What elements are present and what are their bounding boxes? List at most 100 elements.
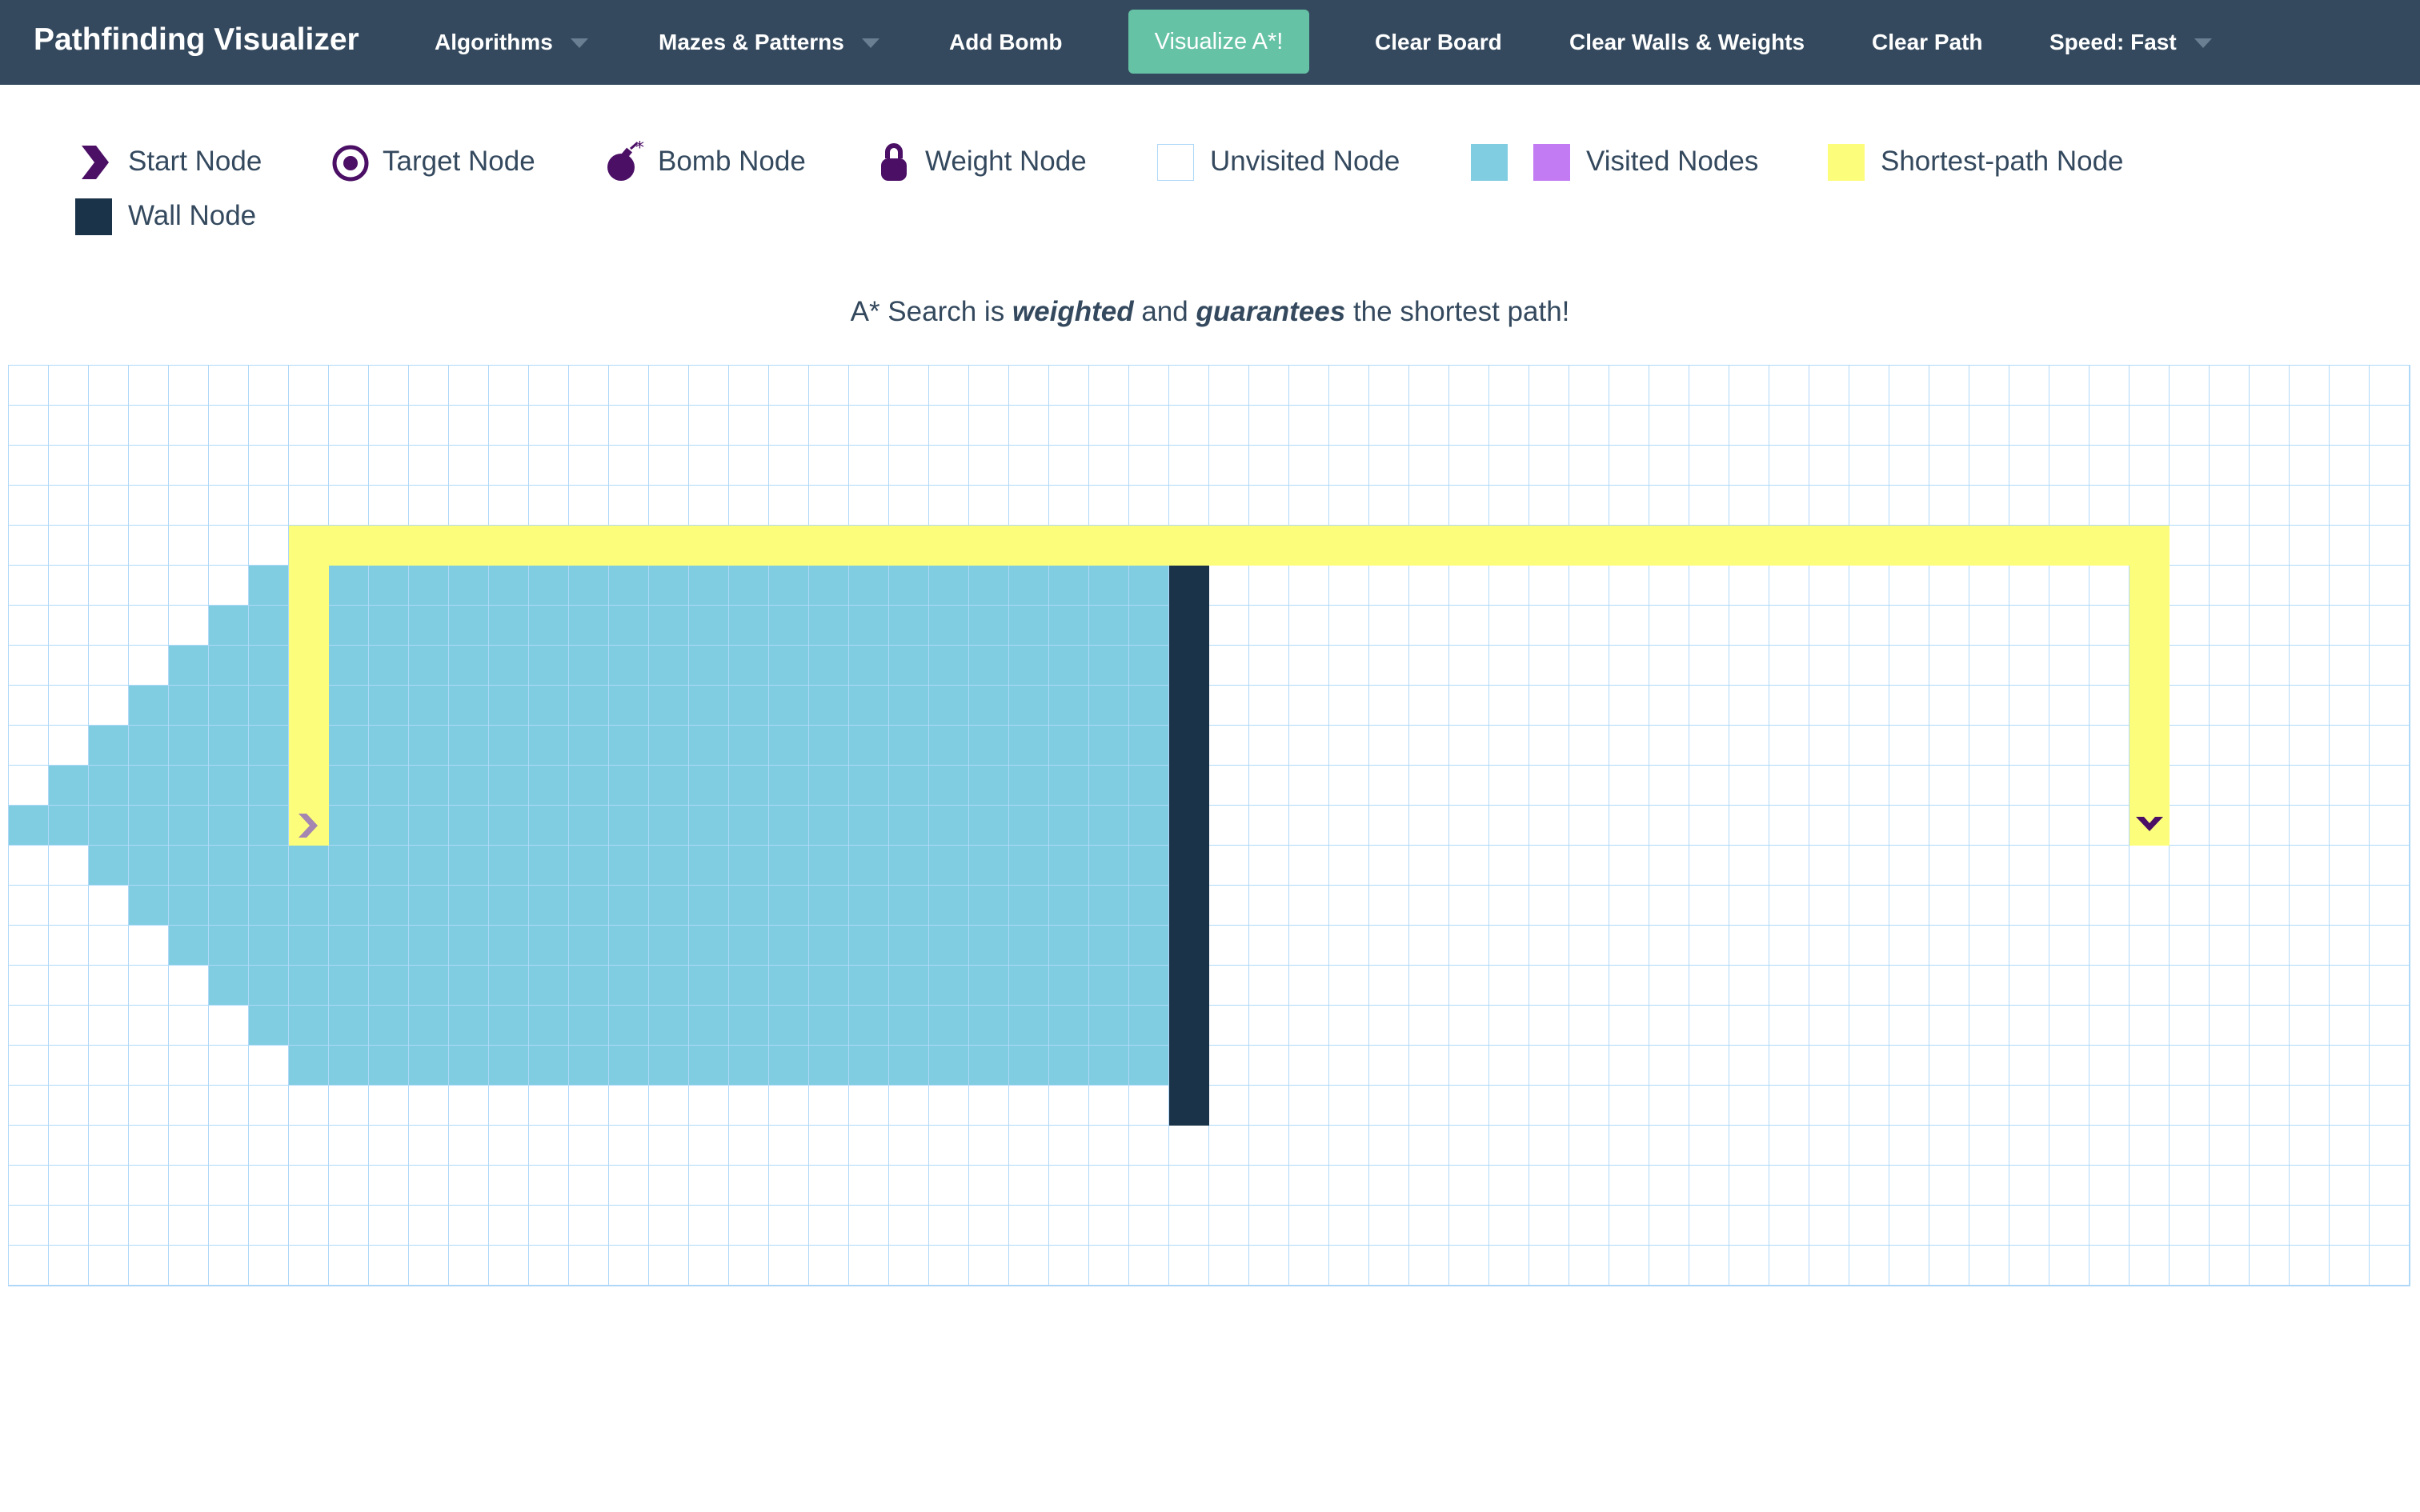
shortest-path-node[interactable] [849,526,889,566]
visited-node[interactable] [689,966,728,1005]
visited-node[interactable] [1089,1006,1128,1045]
shortest-path-node[interactable] [289,646,329,686]
shortest-path-node[interactable] [289,606,329,646]
visited-node[interactable] [689,1046,728,1085]
visited-node[interactable] [1049,766,1088,805]
visited-node[interactable] [1129,566,1168,605]
visited-node[interactable] [609,806,648,845]
visited-node[interactable] [969,686,1008,725]
visited-node[interactable] [489,1046,528,1085]
visited-node[interactable] [529,1046,568,1085]
visited-node[interactable] [849,806,888,845]
shortest-path-node[interactable] [2130,526,2170,566]
visited-node[interactable] [49,806,88,845]
visited-node[interactable] [409,606,448,645]
visited-node[interactable] [409,566,448,605]
visited-node[interactable] [849,886,888,925]
visited-node[interactable] [449,886,488,925]
visited-node[interactable] [489,806,528,845]
visited-node[interactable] [249,926,288,965]
visited-node[interactable] [809,926,848,965]
visited-node[interactable] [329,766,368,805]
visited-node[interactable] [569,966,608,1005]
wall-node[interactable] [1169,1006,1209,1046]
visited-node[interactable] [809,606,848,645]
visited-node[interactable] [689,606,728,645]
visited-node[interactable] [449,966,488,1005]
shortest-path-node[interactable] [2130,766,2170,806]
wall-node[interactable] [1169,686,1209,726]
visited-node[interactable] [369,806,408,845]
visited-node[interactable] [889,966,928,1005]
visited-node[interactable] [449,1046,488,1085]
visited-node[interactable] [609,1006,648,1045]
visited-node[interactable] [1049,726,1088,765]
visited-node[interactable] [169,846,208,885]
visited-node[interactable] [409,686,448,725]
visited-node[interactable] [329,886,368,925]
visited-node[interactable] [689,686,728,725]
visited-node[interactable] [609,646,648,685]
visited-node[interactable] [249,566,288,605]
visited-node[interactable] [209,646,248,685]
visited-node[interactable] [729,606,768,645]
wall-node[interactable] [1169,846,1209,886]
visited-node[interactable] [1129,966,1168,1005]
shortest-path-node[interactable] [1089,526,1129,566]
visited-node[interactable] [849,1046,888,1085]
visited-node[interactable] [609,886,648,925]
visited-node[interactable] [1089,1046,1128,1085]
visited-node[interactable] [929,686,968,725]
visited-node[interactable] [569,606,608,645]
visited-node[interactable] [849,1006,888,1045]
visited-node[interactable] [409,846,448,885]
visited-node[interactable] [1129,1046,1168,1085]
visited-node[interactable] [929,766,968,805]
visited-node[interactable] [809,766,848,805]
wall-node[interactable] [1169,566,1209,606]
visited-node[interactable] [449,686,488,725]
visited-node[interactable] [889,606,928,645]
visited-node[interactable] [689,846,728,885]
visited-node[interactable] [249,726,288,765]
visited-node[interactable] [969,1006,1008,1045]
mazes-patterns-dropdown[interactable]: Mazes & Patterns [659,0,879,85]
visited-node[interactable] [169,686,208,725]
visited-node[interactable] [449,606,488,645]
visited-node[interactable] [9,806,48,845]
visited-node[interactable] [1009,766,1048,805]
wall-node[interactable] [1169,766,1209,806]
shortest-path-node[interactable] [289,566,329,606]
visited-node[interactable] [1089,846,1128,885]
visited-node[interactable] [409,926,448,965]
visited-node[interactable] [1009,806,1048,845]
visited-node[interactable] [729,1046,768,1085]
visited-node[interactable] [449,766,488,805]
visited-node[interactable] [969,926,1008,965]
visited-node[interactable] [169,766,208,805]
shortest-path-node[interactable] [609,526,649,566]
visited-node[interactable] [409,966,448,1005]
visited-node[interactable] [609,966,648,1005]
visited-node[interactable] [529,566,568,605]
visited-node[interactable] [1009,846,1048,885]
visited-node[interactable] [889,846,928,885]
visited-node[interactable] [1049,606,1088,645]
visited-node[interactable] [489,726,528,765]
visited-node[interactable] [449,646,488,685]
visited-node[interactable] [969,766,1008,805]
visited-node[interactable] [769,886,808,925]
visited-node[interactable] [489,886,528,925]
visited-node[interactable] [769,566,808,605]
shortest-path-node[interactable] [1569,526,1609,566]
visited-node[interactable] [209,806,248,845]
visited-node[interactable] [369,886,408,925]
visited-node[interactable] [169,646,208,685]
visited-node[interactable] [1089,926,1128,965]
visited-node[interactable] [209,766,248,805]
visited-node[interactable] [529,606,568,645]
visited-node[interactable] [769,1006,808,1045]
visited-node[interactable] [769,606,808,645]
visited-node[interactable] [329,606,368,645]
visited-node[interactable] [849,686,888,725]
